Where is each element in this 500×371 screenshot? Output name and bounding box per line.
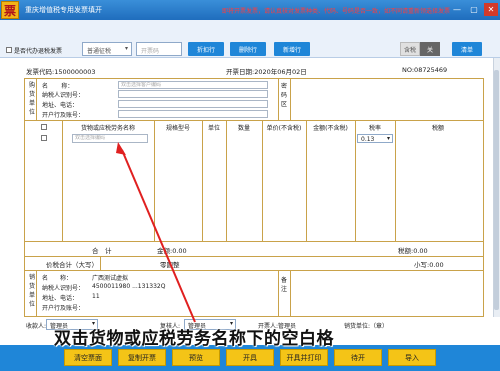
grid-line xyxy=(24,241,484,242)
grid-line xyxy=(36,78,37,120)
invoice-date: 开票日期:2020年06月02日 xyxy=(226,68,307,76)
grid-line xyxy=(395,120,396,241)
sum-label: 价税合计（大写） xyxy=(46,261,98,269)
grid-line xyxy=(278,270,279,317)
title-hint: 即将开票发票，请认真核对发票种类、代码、号码是否一致，如不同请重新领选择发票 xyxy=(222,7,451,15)
col-amount: 金额(不含税) xyxy=(313,125,348,132)
grid-line xyxy=(278,78,279,120)
buyer-addr-label: 地址、电话： xyxy=(42,102,79,109)
buyer-name-label: 名 称： xyxy=(42,83,74,90)
seller-taxid-value: 4500011980 ...131332Q xyxy=(92,283,166,290)
grid-line xyxy=(100,256,101,270)
tax-refund-checkbox[interactable] xyxy=(6,47,12,53)
scrollbar-thumb[interactable] xyxy=(494,70,499,310)
buyer-taxid-input[interactable] xyxy=(118,90,268,98)
minimize-button[interactable]: — xyxy=(450,3,464,16)
issue-print-button[interactable]: 开具并打印 xyxy=(280,349,328,366)
seller-addr-value: 11 xyxy=(92,293,100,300)
col-unit: 单位 xyxy=(207,125,220,132)
tax-refund-label: 是否代办退税发票 xyxy=(14,48,63,55)
sum-lower: 小写:0.00 xyxy=(414,261,444,269)
buyer-side-label: 购 货 单 位 xyxy=(28,82,35,116)
tax-rate-select[interactable]: 0.13 ▾ xyxy=(357,134,393,143)
select-all-checkbox[interactable] xyxy=(41,124,47,130)
invoice-code-input[interactable]: 开票码 xyxy=(136,42,182,56)
title-bar: 票 重庆增值税专用发票填开 即将开票发票，请认真核对发票种类、代码、号码是否一致… xyxy=(0,0,500,20)
col-tax: 税额 xyxy=(431,125,444,132)
window-controls: — ▢ ✕ xyxy=(450,3,498,16)
col-qty: 数量 xyxy=(237,125,250,132)
buyer-bank-label: 开户行及账号： xyxy=(42,112,85,119)
grid-line xyxy=(262,120,263,241)
seller-side-label: 销 货 单 位 xyxy=(28,274,35,308)
sum-upper: 零圆整 xyxy=(160,261,180,269)
grid-line xyxy=(202,120,203,241)
remark-label: 备 注 xyxy=(280,277,287,293)
chevron-down-icon: ▾ xyxy=(386,135,390,142)
buyer-addr-input[interactable] xyxy=(118,100,268,108)
maximize-button[interactable]: ▢ xyxy=(467,3,481,16)
tutorial-caption: 双击货物或应税劳务名称下的空白格 xyxy=(54,329,334,349)
close-button[interactable]: ✕ xyxy=(484,3,498,16)
password-area-label: 密 码 区 xyxy=(280,83,287,108)
row-checkbox[interactable] xyxy=(41,135,47,141)
col-price: 单价(不含税) xyxy=(266,125,302,132)
item-name-input[interactable]: 双击选择编码 xyxy=(72,134,148,143)
add-line-button[interactable]: 新增行 xyxy=(274,42,310,56)
seller-taxid-label: 纳税人识别号： xyxy=(42,285,85,292)
delete-line-button[interactable]: 删除行 xyxy=(230,42,266,56)
grid-line xyxy=(306,120,307,241)
seller-addr-label: 地址、电话： xyxy=(42,295,79,302)
discount-line-button[interactable]: 折扣行 xyxy=(188,42,224,56)
invoice-code: 发票代码:1500000003 xyxy=(26,68,96,76)
col-item-name: 货物或应税劳务名称 xyxy=(80,125,135,132)
import-button[interactable]: 导入 xyxy=(388,349,436,366)
total-label: 合 计 xyxy=(92,247,112,255)
grid-line xyxy=(24,256,484,257)
tax-rate-value: 0.13 xyxy=(361,136,375,143)
preview-button[interactable]: 预览 xyxy=(172,349,220,366)
col-spec: 规格型号 xyxy=(165,125,190,132)
clear-form-button[interactable]: 清空票面 xyxy=(64,349,112,366)
seller-bank-label: 开户行及账号： xyxy=(42,305,85,312)
tax-method-value: 普通征税 xyxy=(87,48,112,55)
grid-line xyxy=(62,120,63,241)
tax-included-toggle-label[interactable]: 含税 xyxy=(400,42,420,56)
grid-line xyxy=(154,120,155,241)
tax-included-toggle[interactable]: 关 xyxy=(420,42,440,56)
total-amount: 金额:0.00 xyxy=(157,247,187,255)
issue-button[interactable]: 开具 xyxy=(226,349,274,366)
window-title: 重庆增值税专用发票填开 xyxy=(25,6,102,14)
tax-method-select[interactable]: 普通征税 ▾ xyxy=(82,42,132,56)
col-rate: 税率 xyxy=(368,125,381,132)
grid-line xyxy=(24,270,484,271)
app-icon: 票 xyxy=(1,1,19,19)
grid-line xyxy=(290,270,291,317)
grid-line xyxy=(226,120,227,241)
grid-line xyxy=(24,120,484,121)
grid-line xyxy=(290,78,291,120)
seller-unit-label: 销货单位:（章） xyxy=(344,323,389,330)
buyer-bank-input[interactable] xyxy=(118,110,268,118)
pending-button[interactable]: 待开 xyxy=(334,349,382,366)
buyer-taxid-label: 纳税人识别号： xyxy=(42,92,85,99)
total-tax: 税额:0.00 xyxy=(398,247,428,255)
payee-label: 收款人: xyxy=(26,323,47,330)
buyer-name-input[interactable]: 双击选择客户编码 xyxy=(118,81,268,89)
chevron-down-icon: ▾ xyxy=(124,45,128,52)
seller-name-value: 广西测试虚拟 xyxy=(92,275,129,282)
copy-invoice-button[interactable]: 复制开票 xyxy=(118,349,166,366)
grid-line xyxy=(355,120,356,241)
list-button[interactable]: 清单 xyxy=(452,42,482,56)
seller-name-label: 名 称： xyxy=(42,275,73,282)
invoice-number: NO:08725469 xyxy=(402,66,448,74)
grid-line xyxy=(36,270,37,317)
